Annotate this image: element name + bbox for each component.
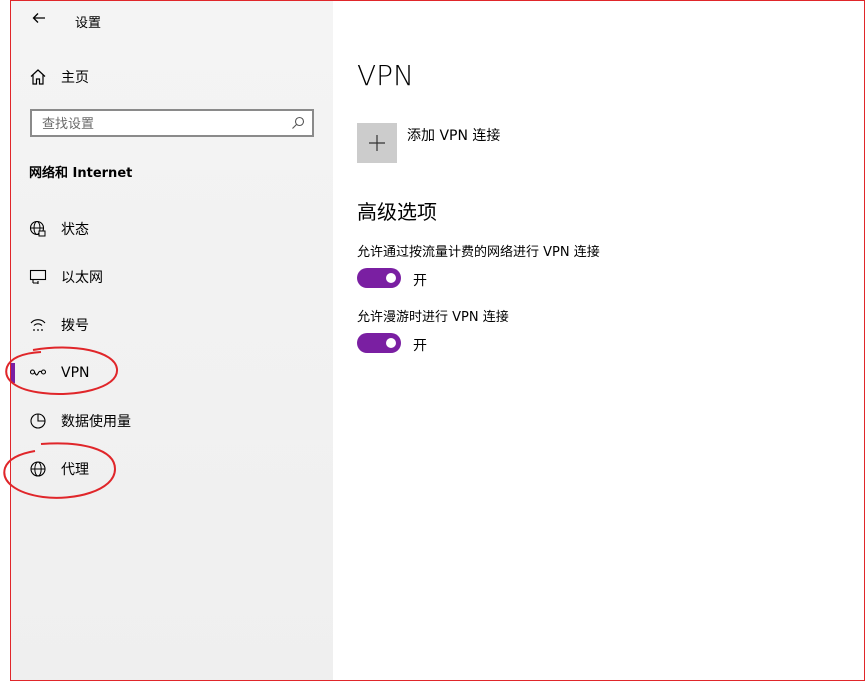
sidebar-item-home[interactable]: 主页 [29, 65, 319, 89]
back-arrow-svg [32, 13, 45, 23]
plus-icon [369, 135, 385, 151]
sidebar-item-label: 状态 [61, 222, 89, 238]
advanced-options-title: 高级选项 [357, 200, 437, 224]
sidebar-item-ethernet[interactable]: 以太网 [11, 257, 333, 297]
data-usage-icon [29, 412, 47, 430]
settings-window: 设置 主页 网络和 Internet [3, 0, 865, 681]
toggle-roaming[interactable] [357, 333, 401, 353]
sidebar-item-proxy[interactable]: 代理 [11, 449, 333, 489]
window-title: 设置 [75, 16, 102, 31]
globe-status-icon [29, 220, 47, 238]
sidebar-item-dialup[interactable]: 拨号 [11, 305, 333, 345]
search-input[interactable] [40, 114, 284, 134]
add-vpn-button[interactable] [357, 123, 397, 163]
search-box[interactable] [30, 109, 314, 137]
globe-icon [29, 460, 47, 478]
sidebar-item-label: 数据使用量 [61, 414, 131, 430]
search-icon[interactable] [290, 115, 306, 131]
sidebar-item-label: 以太网 [61, 270, 103, 286]
section-title: 网络和 Internet [29, 166, 133, 181]
home-icon [29, 68, 47, 86]
sidebar-item-label: VPN [61, 365, 90, 381]
page-title: VPN [357, 59, 414, 92]
back-arrow-icon[interactable] [29, 10, 49, 30]
sidebar-item-label: 拨号 [61, 318, 89, 334]
sidebar-item-status[interactable]: 状态 [11, 209, 333, 249]
ethernet-icon [29, 268, 47, 286]
toggle-knob [386, 273, 396, 283]
option-metered-label: 允许通过按流量计费的网络进行 VPN 连接 [357, 245, 600, 260]
sidebar: 设置 主页 网络和 Internet [3, 1, 333, 680]
vpn-icon [29, 364, 47, 382]
sidebar-item-data-usage[interactable]: 数据使用量 [11, 401, 333, 441]
toggle-metered-state: 开 [413, 273, 427, 289]
toggle-metered[interactable] [357, 268, 401, 288]
add-vpn-label[interactable]: 添加 VPN 连接 [407, 125, 500, 145]
toggle-knob [386, 338, 396, 348]
option-roaming-label: 允许漫游时进行 VPN 连接 [357, 310, 509, 325]
sidebar-item-label: 代理 [61, 462, 89, 478]
toggle-roaming-state: 开 [413, 338, 427, 354]
dialup-icon [29, 316, 47, 334]
main-content: VPN 添加 VPN 连接 高级选项 允许通过按流量计费的网络进行 VPN 连接… [333, 1, 864, 680]
sidebar-item-label: 主页 [61, 70, 89, 86]
sidebar-item-vpn[interactable]: VPN [11, 353, 333, 393]
